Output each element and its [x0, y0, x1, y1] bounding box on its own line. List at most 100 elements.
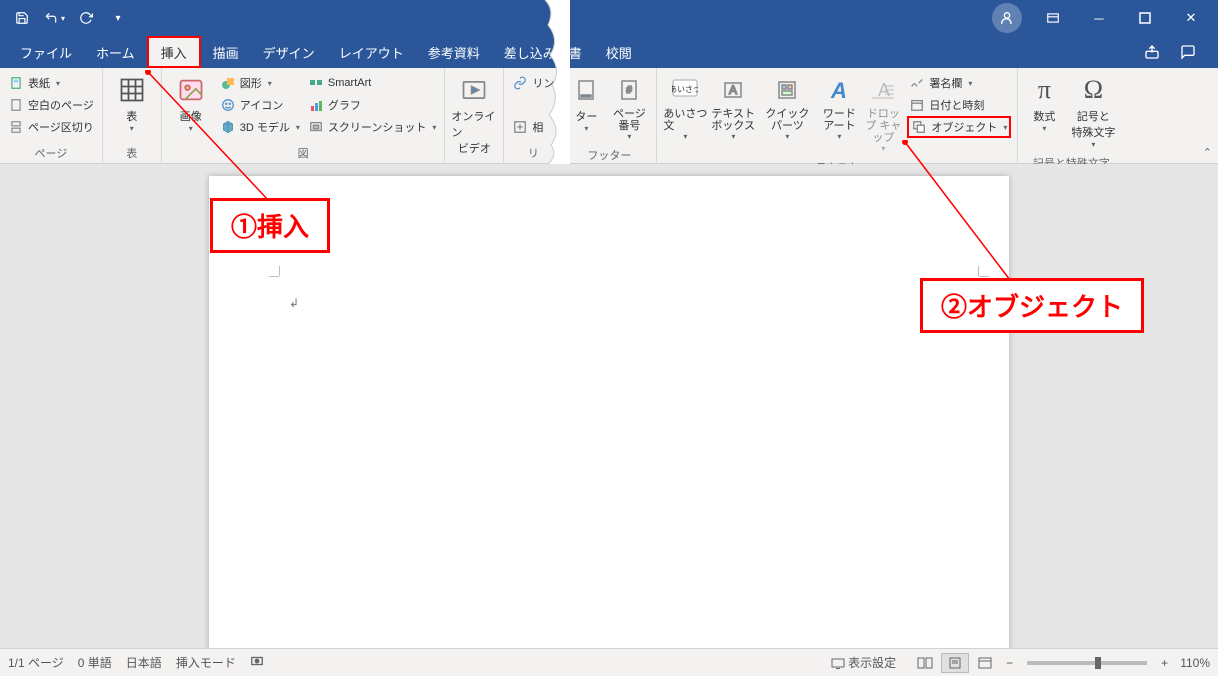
image-button-label: 画像 [180, 108, 202, 124]
group-links: リン 相 リ [504, 68, 562, 164]
tab-layout[interactable]: レイアウト [327, 36, 416, 68]
quickparts-button[interactable]: クイック パーツ▾ [757, 70, 817, 145]
titlebar: ▾ ▾ ─ ✕ [0, 0, 1218, 36]
dropcap-button[interactable]: A ドロップ キャップ▾ [861, 70, 905, 157]
svg-text:A: A [729, 83, 737, 97]
smartart-label: SmartArt [328, 77, 371, 89]
datetime-label: 日付と時刻 [929, 97, 984, 113]
group-symbols: π 数式▾ Ω 記号と 特殊文字▾ 記号と特殊文字 [1018, 68, 1124, 164]
wordart-button[interactable]: A ワード アート▾ [817, 70, 861, 145]
equation-button[interactable]: π 数式▾ [1022, 70, 1066, 137]
signature-button[interactable]: 署名欄 [907, 72, 1011, 94]
status-mode[interactable]: 挿入モード [176, 654, 236, 671]
status-words[interactable]: 0 単語 [78, 654, 112, 671]
table-button[interactable]: 表▾ [107, 70, 157, 137]
status-display-settings[interactable]: 表示設定 [831, 654, 896, 671]
tab-file[interactable]: ファイル [8, 36, 84, 68]
collapse-ribbon-icon[interactable]: ⌃ [1203, 146, 1212, 159]
tab-home[interactable]: ホーム [84, 36, 147, 68]
online-video-button[interactable]: オンライン ビデオ [449, 70, 499, 160]
group-illustrations-label: 図 [166, 143, 441, 164]
status-macro-icon[interactable] [250, 654, 264, 671]
screenshot-label: スクリーンショット [328, 119, 426, 135]
image-button[interactable]: 画像▾ [166, 70, 216, 137]
tab-insert[interactable]: 挿入 [147, 36, 201, 68]
group-pages-label: ページ [4, 143, 98, 164]
group-illustrations: 画像▾ 図形 アイコン 3D モデル SmartArt グラフ スクリーンショッ… [162, 68, 446, 164]
symbol-label-1: 記号と [1077, 108, 1110, 124]
group-pages: 表紙 空白のページ ページ区切り ページ [0, 68, 103, 164]
zoom-slider[interactable] [1027, 661, 1147, 665]
cursor-mark: ↲ [289, 296, 299, 310]
view-read-button[interactable] [911, 653, 939, 673]
status-page[interactable]: 1/1 ページ [8, 654, 64, 671]
greeting-label: あいさつ文 [663, 108, 707, 132]
window-controls: ─ ✕ [992, 2, 1214, 34]
maximize-button[interactable] [1122, 2, 1168, 34]
symbol-button[interactable]: Ω 記号と 特殊文字▾ [1066, 70, 1120, 153]
page-break-button[interactable]: ページ区切り [6, 116, 96, 138]
screenshot-button[interactable]: スクリーンショット [306, 116, 438, 138]
3dmodel-label: 3D モデル [240, 119, 290, 135]
xref-button[interactable]: 相 [510, 116, 556, 138]
annotation-insert: ①挿入 [210, 198, 330, 253]
tab-draw[interactable]: 描画 [201, 36, 251, 68]
svg-text:A: A [830, 78, 847, 102]
shapes-label: 図形 [240, 75, 262, 91]
3dmodel-button[interactable]: 3D モデル [218, 116, 302, 138]
link-label: リン [532, 75, 554, 91]
tab-references[interactable]: 参考資料 [416, 36, 492, 68]
undo-button[interactable]: ▾ [40, 6, 68, 30]
smartart-button[interactable]: SmartArt [306, 72, 438, 94]
ribbon-display-button[interactable] [1030, 2, 1076, 34]
dropcap-label: ドロップ キャップ [863, 108, 903, 144]
tab-design[interactable]: デザイン [251, 36, 327, 68]
blank-page-label: 空白のページ [28, 97, 94, 113]
footer-button[interactable]: ター▾ [566, 70, 606, 137]
view-web-button[interactable] [971, 653, 999, 673]
zoom-level[interactable]: 110% [1180, 656, 1210, 670]
status-lang[interactable]: 日本語 [126, 654, 162, 671]
object-button[interactable]: オブジェクト [907, 116, 1011, 138]
shapes-button[interactable]: 図形 [218, 72, 302, 94]
annotation-object: ②オブジェクト [920, 278, 1144, 333]
cover-page-button[interactable]: 表紙 [6, 72, 96, 94]
textbox-label: テキストボックス [711, 108, 755, 132]
account-icon[interactable] [992, 3, 1022, 33]
redo-button[interactable] [72, 6, 100, 30]
online-video-label-2: ビデオ [458, 140, 491, 156]
qat-customize[interactable]: ▾ [104, 6, 132, 30]
page-number-label: ページ番号 [608, 108, 650, 132]
textbox-button[interactable]: A テキストボックス▾ [709, 70, 757, 145]
svg-text:あいさつ: あいさつ [672, 85, 698, 94]
comments-icon[interactable] [1170, 44, 1206, 60]
footer-label: ター [575, 108, 597, 124]
ribbon-tabs: ファイル ホーム 挿入 描画 デザイン レイアウト 参考資料 差し込み文書 校閲 [0, 36, 1218, 68]
icons-button[interactable]: アイコン [218, 94, 302, 116]
chart-button[interactable]: グラフ [306, 94, 438, 116]
close-button[interactable]: ✕ [1168, 2, 1214, 34]
page-number-button[interactable]: # ページ番号▾ [606, 70, 652, 145]
wordart-label: ワード アート [819, 108, 859, 132]
equation-label: 数式 [1033, 108, 1055, 124]
zoom-in-button[interactable]: + [1155, 656, 1174, 670]
share-icon[interactable] [1134, 44, 1170, 60]
save-button[interactable] [8, 6, 36, 30]
svg-text:#: # [627, 85, 633, 96]
link-button[interactable]: リン [510, 72, 556, 94]
group-header-footer: ター▾ # ページ番号▾ フッター [562, 68, 657, 164]
tab-review[interactable]: 校閲 [594, 36, 644, 68]
quick-access-toolbar: ▾ ▾ [8, 6, 132, 30]
page-break-label: ページ区切り [28, 119, 94, 135]
view-print-button[interactable] [941, 653, 969, 673]
blank-page-button[interactable]: 空白のページ [6, 94, 96, 116]
online-video-label-1: オンライン [451, 108, 497, 140]
display-label: 表示設定 [848, 656, 896, 670]
greeting-button[interactable]: あいさつ あいさつ文▾ [661, 70, 709, 145]
tab-mailings[interactable]: 差し込み文書 [492, 36, 594, 68]
document-area[interactable]: ↲ [0, 164, 1218, 648]
statusbar: 1/1 ページ 0 単語 日本語 挿入モード 表示設定 − + 110% [0, 648, 1218, 676]
zoom-out-button[interactable]: − [1000, 656, 1019, 670]
minimize-button[interactable]: ─ [1076, 2, 1122, 34]
datetime-button[interactable]: 日付と時刻 [907, 94, 1011, 116]
